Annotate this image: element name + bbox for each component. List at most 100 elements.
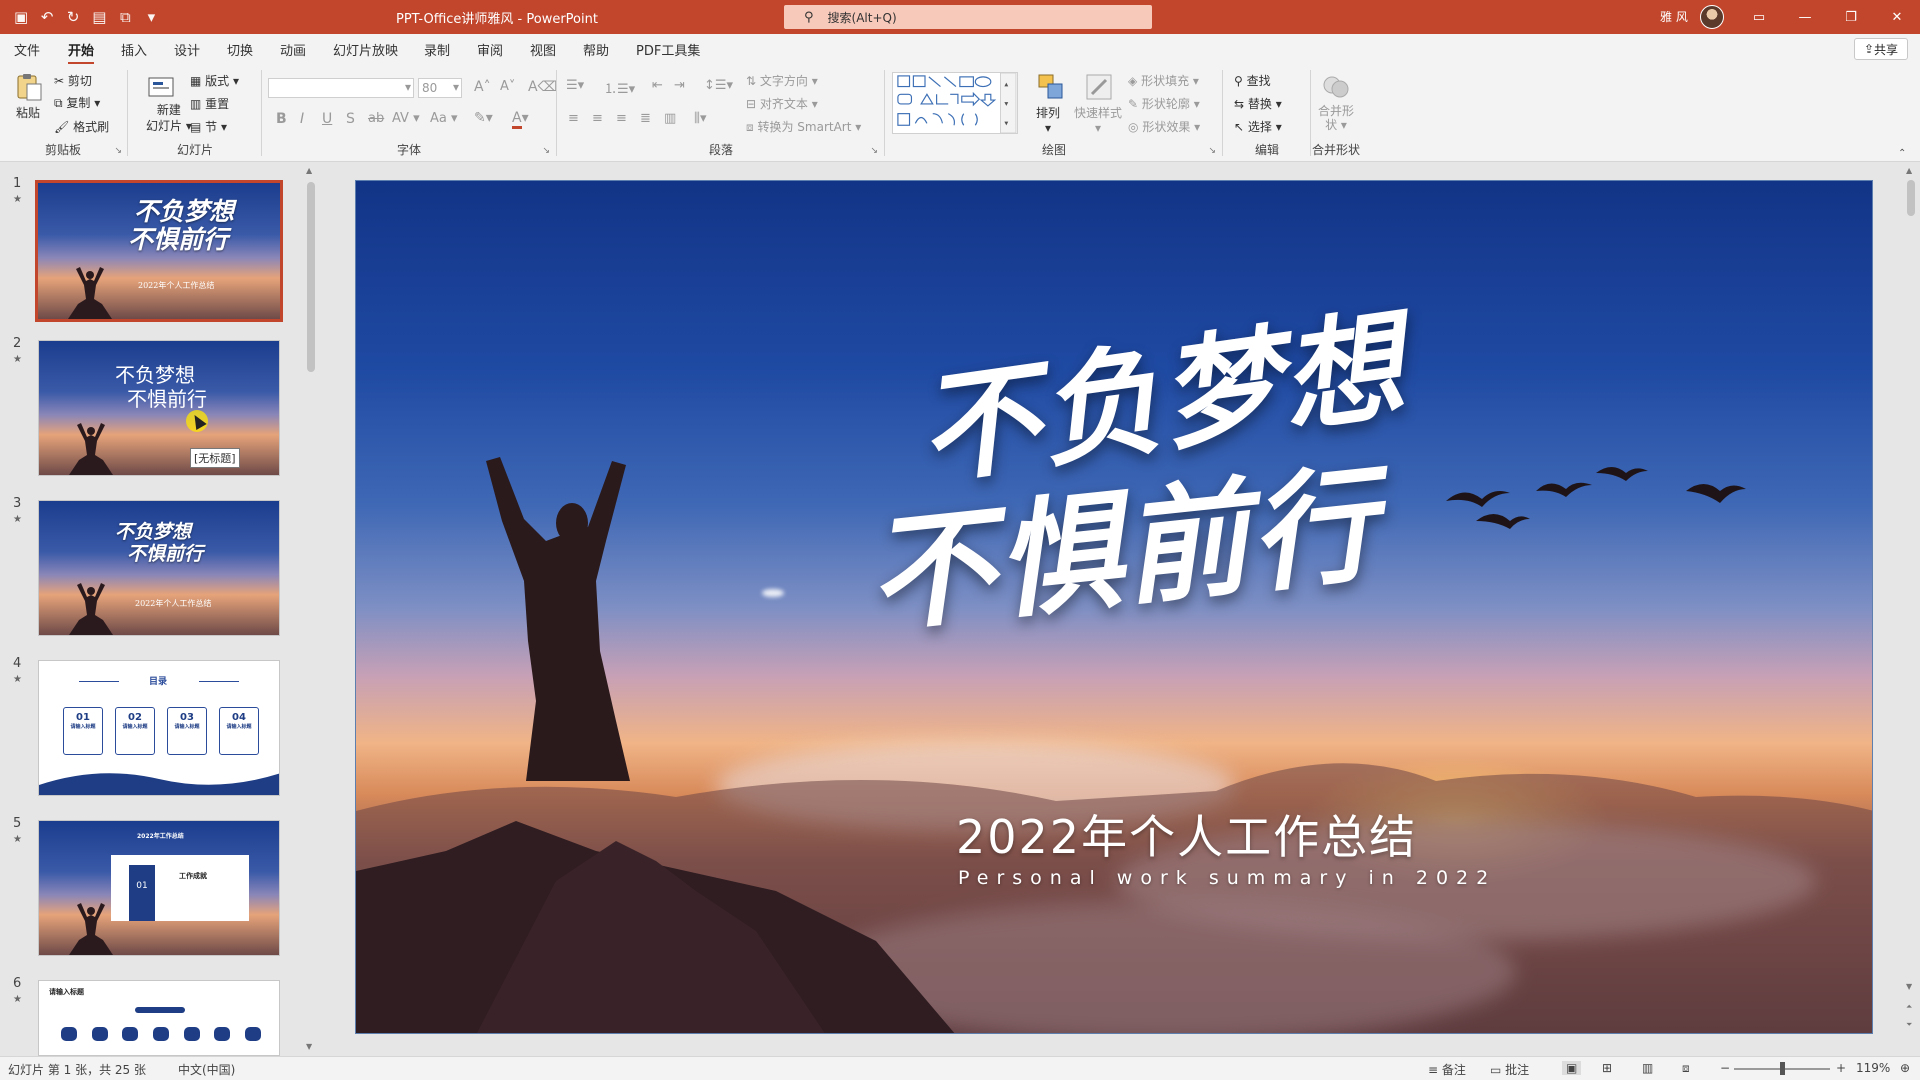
fit-to-window-icon[interactable]: ⊕: [1900, 1061, 1910, 1075]
bullets-icon[interactable]: ☰▾: [566, 78, 584, 93]
layout-button[interactable]: ▦ 版式 ▾: [190, 72, 239, 89]
tab-review[interactable]: 审阅: [477, 40, 503, 59]
language-indicator[interactable]: 中文(中国): [178, 1061, 235, 1078]
thumbnail-slide-3[interactable]: 不负梦想 不惧前行 2022年个人工作总结: [38, 500, 280, 636]
format-painter-button[interactable]: 🖌 格式刷: [54, 118, 109, 135]
zoom-out-icon[interactable]: −: [1720, 1061, 1730, 1075]
tab-slideshow[interactable]: 幻灯片放映: [333, 40, 398, 59]
tab-pdf-tools[interactable]: PDF工具集: [636, 40, 700, 59]
tab-view[interactable]: 视图: [530, 40, 556, 59]
editor-scrollbar[interactable]: ▲ ▼ ⏶ ⏷: [1904, 162, 1918, 1056]
select-button[interactable]: ↖ 选择 ▾: [1234, 118, 1282, 135]
merge-shapes-icon[interactable]: [1321, 72, 1351, 102]
decrease-font-icon[interactable]: A˅: [500, 79, 515, 94]
thumbnail-slide-5[interactable]: 2022年工作总结 01 工作成就: [38, 820, 280, 956]
line-spacing-icon[interactable]: ↕☰▾: [704, 78, 733, 93]
reading-view-icon[interactable]: ▥: [1642, 1061, 1653, 1075]
slide-sorter-icon[interactable]: ⊞: [1602, 1061, 1612, 1075]
tab-animations[interactable]: 动画: [280, 40, 306, 59]
scroll-down-icon[interactable]: ▼: [1906, 982, 1912, 991]
tab-transitions[interactable]: 切换: [227, 40, 253, 59]
convert-smartart-button[interactable]: ⧈ 转换为 SmartArt ▾: [746, 118, 861, 135]
normal-view-icon[interactable]: ▣: [1562, 1061, 1582, 1075]
paste-icon[interactable]: [14, 72, 44, 102]
tab-record[interactable]: 录制: [424, 40, 450, 59]
font-size-combobox[interactable]: 80 ▾: [418, 78, 462, 98]
restore-icon[interactable]: ❐: [1828, 0, 1874, 34]
shapes-gallery[interactable]: ▴ ▾ ▾: [892, 72, 1018, 134]
customize-icon[interactable]: ▾: [144, 8, 158, 26]
search-box[interactable]: ⚲ 搜索(Alt+Q): [784, 5, 1152, 29]
save-icon[interactable]: ▣: [14, 8, 28, 26]
quick-styles-icon[interactable]: [1084, 72, 1114, 102]
user-name[interactable]: 雅 风: [1660, 8, 1688, 25]
increase-font-icon[interactable]: A˄: [474, 79, 491, 95]
reset-button[interactable]: ▥ 重置: [190, 95, 229, 112]
italic-icon[interactable]: I: [300, 111, 304, 127]
next-slide-icon[interactable]: ⏷: [1906, 1020, 1912, 1030]
shape-effects-button[interactable]: ◎ 形状效果 ▾: [1128, 118, 1200, 135]
increase-indent-icon[interactable]: ⇥: [674, 78, 685, 93]
distributed-icon[interactable]: ▥: [664, 111, 676, 126]
quick-styles-button[interactable]: 快速样式 ▾: [1074, 104, 1122, 135]
thumbnail-slide-2[interactable]: 不负梦想 不惧前行: [38, 340, 280, 476]
cut-button[interactable]: ✂ 剪切: [54, 72, 92, 89]
align-text-button[interactable]: ⊟ 对齐文本 ▾: [746, 95, 818, 112]
undo-icon[interactable]: ↶: [40, 8, 54, 26]
share-button[interactable]: ⇪ 共享: [1854, 38, 1908, 60]
strikethrough-icon[interactable]: ab: [368, 111, 384, 126]
font-launcher-icon[interactable]: ↘: [542, 146, 550, 156]
justify-icon[interactable]: ≣: [640, 111, 651, 126]
tab-insert[interactable]: 插入: [121, 40, 147, 59]
thumbnail-slide-4[interactable]: 目录 01 请输入标题 02 请输入标题 03 请输入标题 04 请输入标题: [38, 660, 280, 796]
align-right-icon[interactable]: ≡: [616, 111, 627, 126]
replace-button[interactable]: ⇆ 替换 ▾: [1234, 95, 1282, 112]
columns-icon[interactable]: ⫼▾: [694, 111, 707, 126]
char-spacing-icon[interactable]: AV ▾: [392, 111, 420, 126]
paste-button[interactable]: 粘贴: [16, 104, 40, 121]
thumbnail-slide-6[interactable]: 请输入标题: [38, 980, 280, 1056]
avatar[interactable]: [1700, 5, 1724, 29]
bold-icon[interactable]: B: [276, 111, 287, 127]
find-button[interactable]: ⚲ 查找: [1234, 72, 1271, 89]
scroll-down-icon[interactable]: ▼: [306, 1042, 312, 1051]
arrange-button[interactable]: 排列 ▾: [1036, 104, 1060, 135]
scroll-up-icon[interactable]: ▲: [1906, 166, 1912, 175]
align-left-icon[interactable]: ≡: [568, 111, 579, 126]
redo-icon[interactable]: ↻: [66, 8, 80, 26]
font-family-combobox[interactable]: ▾: [268, 78, 414, 98]
comments-button[interactable]: ▭ 批注: [1490, 1061, 1529, 1078]
start-from-beginning-icon[interactable]: ▤: [92, 8, 106, 26]
scrollbar-thumb[interactable]: [307, 182, 315, 372]
clear-format-icon[interactable]: A⌫: [528, 79, 557, 95]
decrease-indent-icon[interactable]: ⇤: [652, 78, 663, 93]
shape-fill-button[interactable]: ◈ 形状填充 ▾: [1128, 72, 1199, 89]
tab-file[interactable]: 文件: [14, 40, 40, 59]
zoom-in-icon[interactable]: +: [1836, 1061, 1846, 1075]
merge-shapes-button[interactable]: 合并形状 ▾: [1318, 104, 1354, 132]
copy-button[interactable]: ⧉ 复制 ▾: [54, 94, 100, 111]
minimize-icon[interactable]: —: [1782, 0, 1828, 34]
previous-slide-icon[interactable]: ⏶: [1906, 1002, 1912, 1012]
zoom-slider-handle[interactable]: [1780, 1062, 1785, 1075]
new-slide-icon[interactable]: [146, 72, 176, 102]
paragraph-launcher-icon[interactable]: ↘: [870, 146, 878, 156]
font-color-icon[interactable]: A▾: [512, 110, 529, 129]
change-case-icon[interactable]: Aa ▾: [430, 111, 458, 126]
numbering-icon[interactable]: ⒈☰▾: [604, 78, 635, 97]
section-button[interactable]: ▤ 节 ▾: [190, 118, 227, 135]
tab-home[interactable]: 开始: [68, 40, 95, 65]
thumbnail-slide-1[interactable]: 不负梦想 不惧前行 2022年个人工作总结: [35, 180, 283, 322]
shadow-icon[interactable]: S: [346, 111, 355, 127]
main-slide[interactable]: 不负梦想 不惧前行 2022年个人工作总结 Personal work summ…: [355, 180, 1873, 1034]
thumbnail-scrollbar[interactable]: ▲ ▼: [304, 162, 318, 1056]
clipboard-launcher-icon[interactable]: ↘: [114, 146, 122, 156]
scrollbar-thumb[interactable]: [1907, 180, 1915, 216]
close-icon[interactable]: ✕: [1874, 0, 1920, 34]
slide-thumbnail-pane[interactable]: 1 ★ 不负梦想 不惧前行 2022年个人工作总结 2 ★ 不负梦想 不惧前行 …: [0, 162, 322, 1056]
shape-outline-button[interactable]: ✎ 形状轮廓 ▾: [1128, 95, 1200, 112]
underline-icon[interactable]: U: [322, 111, 332, 127]
align-center-icon[interactable]: ≡: [592, 111, 603, 126]
text-direction-button[interactable]: ⇅ 文字方向 ▾: [746, 72, 818, 89]
slideshow-view-icon[interactable]: ⧈: [1682, 1061, 1690, 1076]
